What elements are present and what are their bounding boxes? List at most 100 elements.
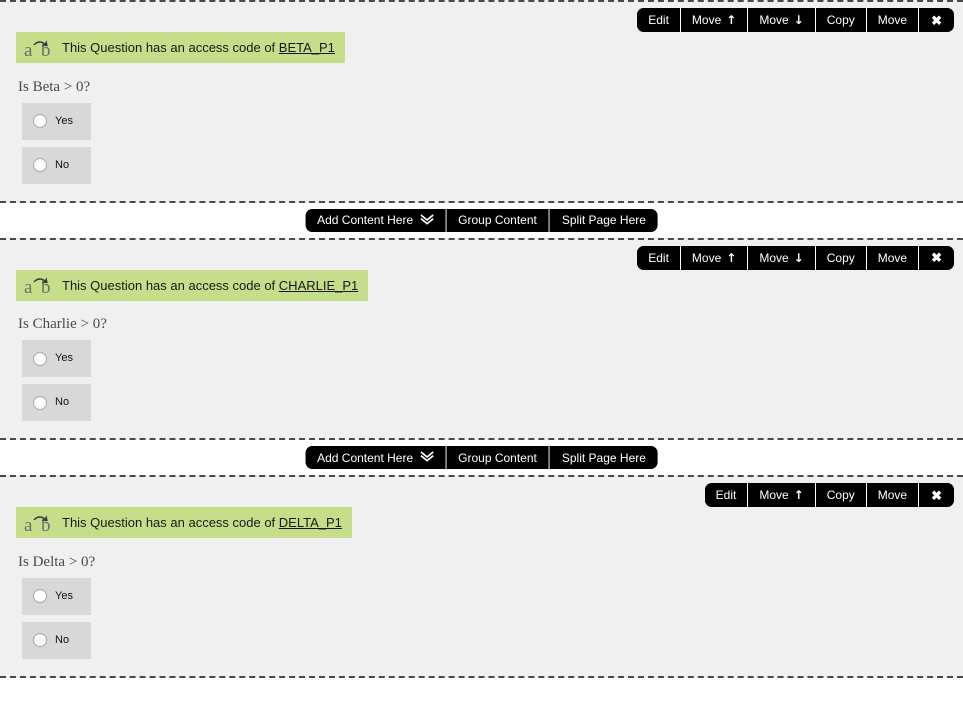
radio-button[interactable] — [33, 589, 47, 603]
toolbar-button-label: Edit — [715, 488, 737, 502]
toolbar-button-label: Move — [691, 13, 722, 27]
radio-button[interactable] — [33, 158, 47, 172]
choice-label: No — [55, 158, 70, 171]
close-icon: ✖ — [931, 487, 942, 503]
radio-button[interactable] — [33, 114, 47, 128]
block-action-bar: Add Content Here Group Content Split Page … — [305, 446, 658, 469]
content-block-inner: Edit Move ↑ Move ↓ Copy Move ✖ a b This Question h… — [0, 2, 963, 201]
choice-option[interactable]: Yes — [22, 340, 91, 377]
toolbar-button-label: Copy — [826, 488, 855, 502]
a-to-b-icon: ab — [24, 512, 54, 536]
group-content-button[interactable]: Group Content — [446, 208, 550, 232]
toolbar-move-up-button[interactable]: Move ↑ — [748, 483, 816, 507]
radio-button[interactable] — [33, 633, 47, 647]
access-code-value[interactable]: BETA_P1 — [279, 40, 335, 55]
toolbar-close-button[interactable]: ✖ — [919, 483, 954, 507]
down-arrow-icon: ↓ — [793, 250, 804, 265]
content-block: Edit Move ↑ Move ↓ Copy Move ✖ a b This Question h… — [0, 237, 963, 440]
add-content-here-label: Add Content Here — [317, 213, 414, 227]
toolbar-edit-button[interactable]: Edit — [637, 8, 681, 32]
svg-text:a: a — [24, 40, 33, 59]
access-code-prefix: This Question has an access code of — [62, 40, 279, 55]
access-code-text: This Question has an access code of BETA… — [62, 41, 335, 54]
access-code-banner: a b This Question has an access code of DE… — [16, 507, 352, 538]
choice-option[interactable]: Yes — [22, 577, 91, 615]
a-to-b-icon: ab — [24, 274, 54, 298]
toolbar-copy-button[interactable]: Copy — [815, 245, 867, 270]
question-prompt: Is Charlie > 0? — [18, 316, 107, 332]
content-block-inner: Edit Move ↑ Move ↓ Copy Move ✖ a b This Question h… — [0, 240, 963, 439]
toolbar-button-label: Edit — [648, 250, 669, 265]
content-block: Edit Move ↑ Copy Move ✖ a b This Question has an… — [0, 475, 963, 678]
choice-list: Yes No — [22, 340, 955, 421]
access-code-prefix: This Question has an access code of — [62, 515, 279, 530]
close-icon: ✖ — [931, 250, 942, 265]
choice-label: No — [55, 633, 70, 646]
access-code-banner: a b This Question has an access code of CH… — [16, 269, 369, 301]
add-content-here-label: Add Content Here — [317, 450, 414, 465]
svg-text:a: a — [24, 515, 33, 534]
block-toolbar: Edit Move ↑ Copy Move ✖ — [704, 483, 954, 507]
toolbar-button-label: Move — [759, 488, 789, 502]
down-arrow-icon: ↓ — [793, 13, 804, 27]
group-content-button[interactable]: Group Content — [446, 446, 550, 469]
block-gap: Add Content Here Group Content Split Page … — [0, 440, 963, 475]
toolbar-move-button[interactable]: Move — [866, 8, 920, 32]
page-root: Edit Move ↑ Move ↓ Copy Move ✖ a b This Question h… — [0, 0, 963, 726]
block-action-bar: Add Content Here Group Content Split Page … — [305, 208, 658, 232]
toolbar-copy-button[interactable]: Copy — [815, 483, 867, 507]
toolbar-move-button[interactable]: Move — [866, 245, 920, 270]
access-code-value[interactable]: DELTA_P1 — [279, 515, 342, 530]
double-chevron-down-icon — [419, 213, 434, 227]
access-code-text: This Question has an access code of CHAR… — [62, 279, 358, 292]
toolbar-move-up-button[interactable]: Move ↑ — [680, 8, 749, 32]
toolbar-button-label: Move — [877, 250, 908, 265]
close-icon: ✖ — [931, 12, 942, 28]
choice-option[interactable]: No — [22, 146, 91, 184]
toolbar-button-label: Move — [877, 13, 908, 27]
split-page-here-label: Split Page Here — [561, 213, 646, 227]
split-page-here-button[interactable]: Split Page Here — [549, 208, 658, 232]
toolbar-edit-button[interactable]: Edit — [637, 245, 681, 270]
toolbar-button-label: Move — [759, 250, 789, 265]
toolbar-move-down-button[interactable]: Move ↓ — [748, 245, 816, 270]
toolbar-move-up-button[interactable]: Move ↑ — [680, 245, 749, 270]
block-gap: Add Content Here Group Content Split Page … — [0, 202, 963, 238]
split-page-here-button[interactable]: Split Page Here — [549, 446, 658, 469]
up-arrow-icon: ↑ — [793, 488, 804, 502]
toolbar-move-button[interactable]: Move — [866, 483, 920, 507]
content-block: Edit Move ↑ Move ↓ Copy Move ✖ a b This Question h… — [0, 0, 963, 203]
up-arrow-icon: ↑ — [726, 13, 737, 27]
add-content-here-button[interactable]: Add Content Here — [305, 446, 447, 469]
toolbar-edit-button[interactable]: Edit — [704, 483, 749, 507]
choice-option[interactable]: Yes — [22, 102, 91, 140]
choice-option[interactable]: No — [22, 621, 91, 659]
toolbar-button-label: Move — [759, 13, 789, 27]
toolbar-close-button[interactable]: ✖ — [919, 245, 954, 270]
choice-label: Yes — [55, 589, 73, 602]
toolbar-button-label: Copy — [826, 13, 855, 27]
toolbar-copy-button[interactable]: Copy — [815, 8, 867, 32]
double-chevron-down-icon — [419, 451, 434, 464]
toolbar-move-down-button[interactable]: Move ↓ — [748, 8, 816, 32]
access-code-value[interactable]: CHARLIE_P1 — [279, 278, 358, 293]
choice-label: No — [55, 396, 70, 408]
toolbar-button-label: Move — [691, 250, 722, 265]
block-toolbar: Edit Move ↑ Move ↓ Copy Move ✖ — [637, 8, 954, 32]
svg-text:a: a — [24, 277, 33, 296]
radio-button[interactable] — [33, 351, 47, 366]
toolbar-close-button[interactable]: ✖ — [919, 8, 954, 32]
choice-option[interactable]: No — [22, 384, 91, 421]
choice-label: Yes — [55, 114, 73, 127]
toolbar-button-label: Edit — [648, 13, 669, 27]
choice-label: Yes — [55, 352, 73, 364]
group-content-label: Group Content — [458, 450, 537, 465]
question-prompt: Is Delta > 0? — [18, 553, 96, 570]
question-prompt: Is Beta > 0? — [18, 78, 91, 95]
up-arrow-icon: ↑ — [726, 250, 737, 265]
content-block-inner: Edit Move ↑ Copy Move ✖ a b This Question has an… — [0, 477, 963, 676]
group-content-label: Group Content — [458, 213, 537, 227]
radio-button[interactable] — [33, 395, 47, 410]
add-content-here-button[interactable]: Add Content Here — [305, 208, 447, 232]
access-code-text: This Question has an access code of DELT… — [62, 516, 342, 529]
